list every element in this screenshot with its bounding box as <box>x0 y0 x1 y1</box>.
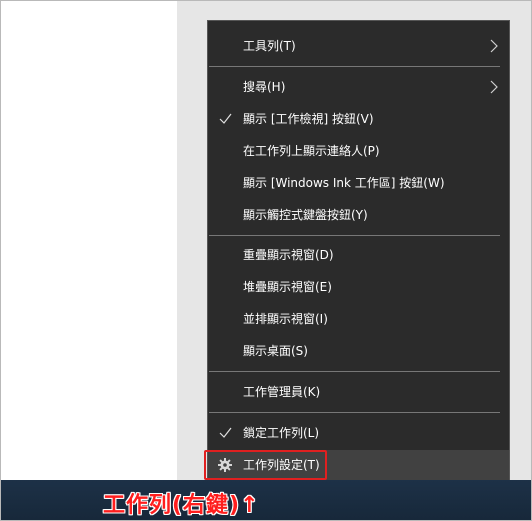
menu-item-label: 在工作列上顯示連絡人(P) <box>243 144 380 158</box>
screenshot-frame: 工具列(T) 搜尋(H) 顯示 [工作檢視] 按鈕(V) 在工作列上顯示連絡人(… <box>0 0 532 521</box>
menu-item-label: 顯示 [工作檢視] 按鈕(V) <box>243 112 374 126</box>
highlight-box <box>204 450 327 480</box>
menu-item-cascade-windows[interactable]: 重疊顯示視窗(D) <box>208 240 509 270</box>
menu-separator <box>209 235 500 236</box>
menu-item-search[interactable]: 搜尋(H) <box>208 72 509 102</box>
menu-item-label: 工作管理員(K) <box>243 385 321 399</box>
menu-separator <box>209 412 500 413</box>
menu-item-label: 工具列(T) <box>243 39 296 53</box>
menu-item-lock-taskbar[interactable]: 鎖定工作列(L) <box>208 418 509 448</box>
checkmark-icon <box>219 113 232 124</box>
menu-separator <box>209 66 500 67</box>
menu-item-label: 鎖定工作列(L) <box>243 426 320 440</box>
menu-item-show-windows-ink[interactable]: 顯示 [Windows Ink 工作區] 按鈕(W) <box>208 168 509 198</box>
menu-item-label: 堆疊顯示視窗(E) <box>243 280 332 294</box>
menu-item-label: 顯示觸控式鍵盤按鈕(Y) <box>243 208 368 222</box>
menu-item-label: 並排顯示視窗(I) <box>243 312 328 326</box>
chevron-right-icon <box>490 80 498 94</box>
menu-item-task-manager[interactable]: 工作管理員(K) <box>208 377 509 407</box>
menu-item-show-task-view[interactable]: 顯示 [工作檢視] 按鈕(V) <box>208 104 509 134</box>
menu-item-label: 顯示 [Windows Ink 工作區] 按鈕(W) <box>243 176 445 190</box>
desktop-area-left <box>1 1 177 483</box>
menu-item-show-desktop[interactable]: 顯示桌面(S) <box>208 336 509 366</box>
menu-item-stack-windows[interactable]: 堆疊顯示視窗(E) <box>208 272 509 302</box>
menu-item-toolbars[interactable]: 工具列(T) <box>208 31 509 61</box>
taskbar-context-menu: 工具列(T) 搜尋(H) 顯示 [工作檢視] 按鈕(V) 在工作列上顯示連絡人(… <box>204 20 510 488</box>
checkmark-icon <box>219 427 232 438</box>
annotation-caption: 工作列(右鍵)↑ <box>103 493 260 518</box>
menu-item-show-people[interactable]: 在工作列上顯示連絡人(P) <box>208 136 509 166</box>
menu-item-label: 重疊顯示視窗(D) <box>243 248 334 262</box>
menu-item-label: 搜尋(H) <box>243 80 286 94</box>
menu-item-label: 顯示桌面(S) <box>243 344 308 358</box>
menu-item-show-touch-keyboard[interactable]: 顯示觸控式鍵盤按鈕(Y) <box>208 200 509 230</box>
chevron-right-icon <box>490 39 498 53</box>
taskbar[interactable] <box>1 480 531 520</box>
menu-item-side-by-side-windows[interactable]: 並排顯示視窗(I) <box>208 304 509 334</box>
menu-separator <box>209 371 500 372</box>
